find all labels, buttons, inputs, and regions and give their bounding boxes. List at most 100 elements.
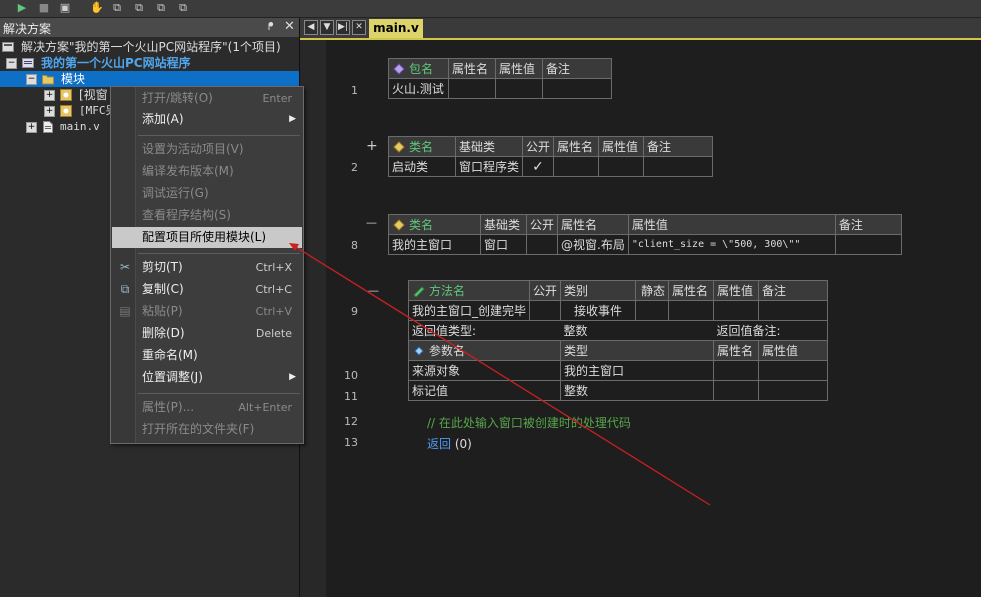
collapse-icon[interactable]: −	[6, 58, 17, 69]
pin-icon[interactable]: ᖰ	[268, 20, 274, 34]
tab-main-v[interactable]: main.v	[369, 19, 423, 38]
code-return-line[interactable]: 返回 (0)	[427, 435, 472, 452]
cell[interactable]	[553, 156, 600, 177]
cell[interactable]	[713, 380, 760, 401]
file-icon	[43, 121, 53, 133]
hand-icon[interactable]: ✋	[90, 1, 104, 15]
cell[interactable]	[668, 300, 715, 321]
header-cell: 属性名	[713, 340, 760, 361]
cell[interactable]: "client_size = \"500, 300\""	[627, 234, 836, 255]
tab-next-icon[interactable]: ▶|	[336, 20, 350, 35]
tree-module[interactable]: − 模块	[0, 71, 299, 87]
layout-icon-1[interactable]: ⧉	[110, 1, 124, 15]
code-comment[interactable]: // 在此处输入窗口被创建时的处理代码	[427, 414, 631, 431]
menu-item-cut[interactable]: ✂ 剪切(T) Ctrl+X	[112, 257, 302, 278]
tab-prev-icon[interactable]: ◀	[304, 20, 318, 35]
menu-separator	[138, 393, 300, 394]
cell[interactable]: 我的主窗口	[388, 234, 481, 255]
param-type-cell[interactable]: 整数	[560, 380, 715, 401]
param-name-cell[interactable]: 来源对象	[407, 360, 562, 381]
cell[interactable]	[713, 300, 760, 321]
header-cell: 属性值	[627, 214, 836, 235]
cell[interactable]: @视窗.布局	[557, 234, 629, 255]
fold-collapse-icon[interactable]: —	[366, 216, 377, 229]
layout-icon-3[interactable]: ⧉	[154, 1, 168, 15]
copy-icon: ⧉	[120, 282, 130, 296]
menu-item-properties[interactable]: 属性(P)... Alt+Enter	[112, 397, 302, 418]
header-cell: 方法名	[407, 280, 531, 301]
menu-item-compile[interactable]: 编译发布版本(M)	[112, 161, 302, 182]
menu-item-add[interactable]: 添加(A) ▶	[112, 109, 302, 130]
cell[interactable]	[635, 300, 670, 321]
class-icon	[393, 219, 405, 231]
menu-item-view-structure[interactable]: 查看程序结构(S)	[112, 205, 302, 226]
header-cell: 基础类	[454, 136, 524, 157]
cell[interactable]	[542, 78, 612, 99]
cell[interactable]: 窗口	[480, 234, 527, 255]
menu-item-rename[interactable]: 重命名(M)	[112, 345, 302, 366]
module-icon	[60, 105, 72, 117]
cell[interactable]	[758, 380, 829, 401]
param-type-cell[interactable]: 我的主窗口	[560, 360, 715, 381]
fold-collapse-icon[interactable]: —	[368, 284, 379, 297]
cell[interactable]	[643, 156, 714, 177]
tab-close-icon[interactable]: ✕	[352, 20, 366, 35]
expand-icon[interactable]: +	[44, 106, 55, 117]
cell[interactable]: 启动类	[388, 156, 456, 177]
cell[interactable]: 火山.测试	[388, 78, 449, 99]
context-menu: 打开/跳转(O) Enter 添加(A) ▶ 设置为活动项目(V) 编译发布版本(M…	[110, 86, 304, 444]
cell[interactable]	[713, 360, 760, 381]
expand-icon[interactable]: +	[44, 90, 55, 101]
cell[interactable]	[529, 300, 562, 321]
layout-icon-2[interactable]: ⧉	[132, 1, 146, 15]
cell[interactable]	[834, 234, 902, 255]
cell[interactable]	[758, 360, 829, 381]
param-icon	[414, 346, 424, 356]
main-toolbar: ▶ ■ ▣ ✋ ⧉ ⧉ ⧉ ⧉	[0, 0, 981, 18]
return-note-label: 返回值备注:	[713, 320, 829, 341]
return-type-value[interactable]: 整数	[560, 320, 714, 341]
menu-item-config-modules[interactable]: 配置项目所使用模块(L)	[112, 227, 302, 248]
project-icon	[22, 58, 34, 68]
cell[interactable]	[525, 234, 559, 255]
code-editor[interactable]: 1 2 8 9 10 11 12 13 + — — 包名 属性名 属性值 备注 …	[300, 40, 981, 597]
menu-item-open[interactable]: 打开/跳转(O) Enter	[112, 88, 302, 109]
menu-item-copy[interactable]: ⧉ 复制(C) Ctrl+C	[112, 279, 302, 300]
return-keyword: 返回	[427, 437, 452, 451]
stop-icon[interactable]: ■	[37, 1, 51, 15]
header-cell: 备注	[643, 136, 714, 157]
expand-icon[interactable]: +	[26, 122, 37, 133]
run-icon[interactable]: ▶	[15, 1, 29, 15]
collapse-icon[interactable]: −	[26, 74, 37, 85]
tab-list-icon[interactable]: ▼	[320, 20, 334, 35]
menu-item-delete[interactable]: 删除(D) Delete	[112, 323, 302, 344]
cell[interactable]	[598, 156, 645, 177]
line-number: 11	[344, 390, 358, 403]
menu-item-open-folder[interactable]: 打开所在的文件夹(F)	[112, 419, 302, 440]
screen-icon[interactable]: ▣	[58, 1, 72, 15]
layout-icon-4[interactable]: ⧉	[176, 1, 190, 15]
cell[interactable]	[448, 78, 496, 99]
header-cell: 备注	[542, 58, 612, 79]
panel-close-icon[interactable]: ✕	[284, 19, 295, 34]
header-cell: 属性名	[448, 58, 496, 79]
header-cell: 公开	[529, 280, 562, 301]
panel-header: 解决方案 ᖰ ✕	[0, 18, 299, 37]
submenu-arrow-icon: ▶	[289, 114, 296, 124]
cell[interactable]: 窗口程序类	[454, 156, 524, 177]
menu-item-paste[interactable]: ▤ 粘贴(P) Ctrl+V	[112, 301, 302, 322]
param-name-cell[interactable]: 标记值	[407, 380, 562, 401]
cell[interactable]: 接收事件	[560, 300, 637, 321]
cell[interactable]: 我的主窗口_创建完毕	[407, 300, 531, 321]
cell[interactable]	[495, 78, 543, 99]
panel-title: 解决方案	[3, 22, 52, 36]
line-number: 13	[344, 436, 358, 449]
menu-item-set-active[interactable]: 设置为活动项目(V)	[112, 139, 302, 160]
menu-item-debug[interactable]: 调试运行(G)	[112, 183, 302, 204]
fold-expand-icon[interactable]: +	[366, 138, 378, 154]
header-cell: 属性值	[713, 280, 760, 301]
check-icon[interactable]: ✓	[522, 156, 555, 177]
cell[interactable]	[758, 300, 829, 321]
header-cell: 属性值	[598, 136, 645, 157]
menu-item-position[interactable]: 位置调整(J) ▶	[112, 367, 302, 388]
